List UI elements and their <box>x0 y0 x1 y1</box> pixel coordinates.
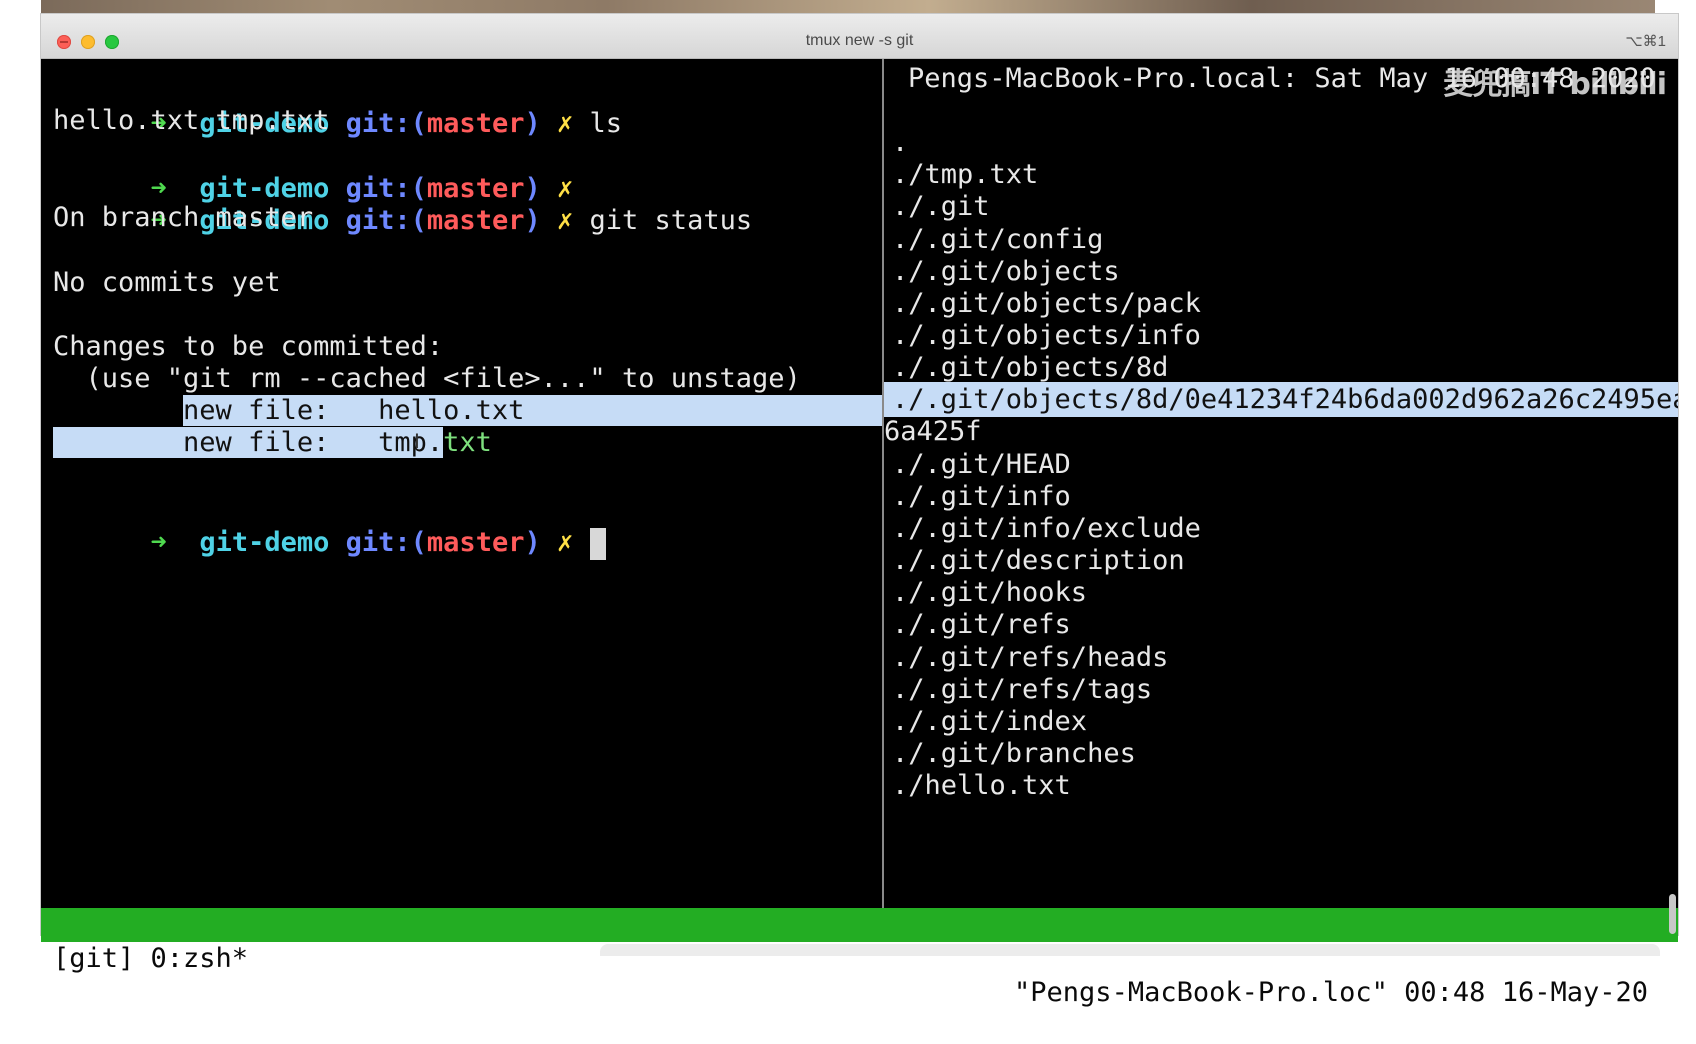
terminal-window: tmux new -s git ⌥⌘1 ➜ git-demo git:(mast… <box>41 14 1678 1008</box>
background-window-edge <box>600 944 1660 956</box>
prompt-git-label: git:( <box>345 527 427 558</box>
prompt-branch: master <box>426 108 525 139</box>
right-pane-watch[interactable]: Pengs-MacBook-Pro.local: Sat May 16 00:4… <box>884 59 1678 908</box>
file-list-item: ./.git/description <box>892 545 1185 576</box>
file-list-item: ./.git/refs/tags <box>892 674 1153 705</box>
prompt-cwd: git-demo <box>199 527 330 558</box>
tmux-status-right: "Pengs-MacBook-Pro.loc" 00:48 16-May-20 <box>1014 977 1648 1008</box>
file-list-item: ./tmp.txt <box>892 159 1039 190</box>
terminal-line: ➜ git-demo git:(master) ✗ <box>53 136 574 204</box>
bilibili-watermark: 麦兜搞IT bilibili <box>1443 67 1667 102</box>
terminal-output-line: (use "git rm --cached <file>..." to unst… <box>53 363 801 394</box>
file-name-suffix: txt <box>443 427 492 458</box>
window-shortcut-label: ⌥⌘1 <box>1625 33 1666 50</box>
file-list-item: ./.git/config <box>892 224 1104 255</box>
tmux-session-window[interactable]: [git] 0:zsh* <box>53 942 248 976</box>
terminal-output-line-selected[interactable]: new file: hello.txt <box>53 393 882 428</box>
prompt-git-close: ) <box>524 527 541 558</box>
prompt-git-close: ) <box>524 108 541 139</box>
tmux-status-bar: [git] 0:zsh* "Pengs-MacBook-Pro.loc" 00:… <box>41 908 1678 1008</box>
file-list-item: ./.git/objects <box>892 256 1120 287</box>
left-pane-zsh[interactable]: ➜ git-demo git:(master) ✗ ls hello.txt t… <box>41 59 882 908</box>
terminal-output-line: Changes to be committed: <box>53 331 444 362</box>
prompt-git-label: git:( <box>345 108 427 139</box>
file-list-item-wrapped: 6a425f <box>884 416 982 447</box>
terminal-output-line: No commits yet <box>53 267 281 298</box>
file-name-prefix: tmp. <box>378 427 444 458</box>
new-file-label: new file: <box>183 427 330 458</box>
terminal-output-line: On branch master <box>53 202 314 233</box>
prompt-dirty-icon: ✗ <box>557 205 574 236</box>
prompt-git-close: ) <box>524 205 541 236</box>
file-list-item: . <box>892 127 909 158</box>
file-list-item: ./.git/objects/pack <box>892 288 1201 319</box>
terminal-line: ➜ git-demo git:(master) ✗ git status <box>53 168 753 236</box>
command-text: ls <box>589 108 623 139</box>
file-list-item: ./.git/objects/8d <box>892 352 1169 383</box>
new-file-label: new file: <box>183 395 330 426</box>
file-list-item: ./.git/info <box>892 481 1071 512</box>
desktop-background <box>41 0 1655 14</box>
prompt-dirty-icon: ✗ <box>557 108 574 139</box>
file-name: hello.txt <box>378 395 525 426</box>
file-list-item: ./hello.txt <box>892 770 1071 801</box>
terminal-output-line: hello.txt tmp.txt <box>53 105 330 136</box>
title-bar[interactable]: tmux new -s git ⌥⌘1 <box>41 14 1678 59</box>
file-list-item: ./.git/HEAD <box>892 449 1071 480</box>
terminal-line: ➜ git-demo git:(master) ✗ <box>53 490 606 560</box>
prompt-branch: master <box>426 205 525 236</box>
prompt-git-label: git:( <box>345 205 427 236</box>
terminal-output-line-selected[interactable]: new file: tmp.txt <box>53 425 492 460</box>
file-list-item: ./.git/branches <box>892 738 1136 769</box>
file-list-item: ./.git <box>892 191 990 222</box>
terminal-cursor <box>589 527 606 560</box>
file-list-item: ./.git/objects/info <box>892 320 1201 351</box>
ibeam-cursor-icon: Ⅰ <box>414 429 420 453</box>
file-list-item: ./.git/index <box>892 706 1088 737</box>
prompt-dirty-icon: ✗ <box>557 527 574 558</box>
file-list-item: ./.git/info/exclude <box>892 513 1201 544</box>
file-list-item: ./.git/hooks <box>892 577 1088 608</box>
prompt-arrow-icon: ➜ <box>150 527 167 558</box>
file-list-item: ./.git/refs/heads <box>892 642 1169 673</box>
file-list-item-selected[interactable]: ./.git/objects/8d/0e41234f24b6da002d962a… <box>884 382 1678 417</box>
terminal-line: ➜ git-demo git:(master) ✗ ls <box>53 71 623 139</box>
command-text: git status <box>589 205 753 236</box>
scrollbar-thumb[interactable] <box>1669 894 1676 934</box>
file-list-item: ./.git/refs <box>892 609 1071 640</box>
prompt-branch: master <box>426 527 525 558</box>
window-title: tmux new -s git <box>805 32 914 49</box>
